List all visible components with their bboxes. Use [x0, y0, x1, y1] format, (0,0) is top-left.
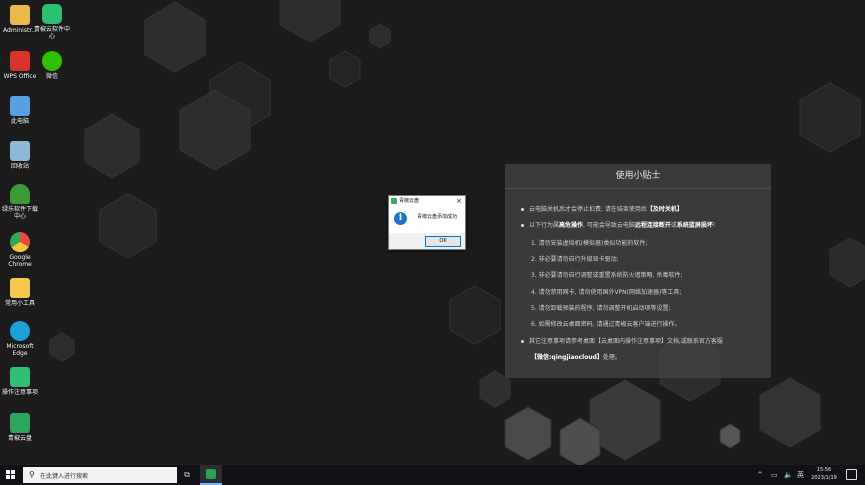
tips-title: 使用小贴士	[505, 164, 771, 189]
desktop-icon-download-center[interactable]: 绿乐软件下载中心	[0, 184, 40, 220]
tray-expand-icon[interactable]: ^	[757, 470, 763, 480]
windows-logo-icon	[11, 475, 15, 479]
desktop-icon-label: 此电脑	[10, 118, 29, 125]
tip-emphasis: 【及时关机】	[646, 206, 683, 213]
dialog-title: 青椒云盘	[399, 198, 420, 204]
desktop-icon-recycle-bin[interactable]: 回收站	[0, 141, 40, 170]
desktop-icon-label: 回收站	[10, 163, 29, 170]
folder-user-icon	[10, 5, 30, 25]
desktop-icon-label: Microsoft Edge	[6, 343, 34, 357]
desktop-icon-tools[interactable]: 常用小工具	[0, 278, 40, 307]
dialog-footer: OK	[389, 233, 465, 249]
recycle-bin-icon	[10, 141, 30, 161]
tip-emphasis: 【微信:qingjiaocloud】	[531, 354, 603, 361]
tip-text: , 可能会导致云电脑	[583, 222, 635, 229]
qingjiao-disk-icon	[206, 469, 216, 479]
tip-emphasis: 高危操作	[559, 222, 584, 229]
tip-text: 处理。	[602, 354, 621, 361]
desktop-icon-chrome[interactable]: Google Chrome	[0, 232, 40, 268]
desktop-icon-label: 常用小工具	[4, 300, 35, 307]
tip-item: 6. 如需修改云桌面密码, 请通过青椒云客户端进行操作。	[531, 321, 681, 328]
start-button[interactable]	[6, 470, 16, 480]
input-method-indicator[interactable]: 英	[797, 470, 804, 480]
tip-text: 其它注意事项请参考桌面【云桌面内操作注意事项】文档,或联系官方客服	[529, 338, 723, 345]
close-icon[interactable]: ×	[456, 196, 462, 207]
desktop-icon-softcenter[interactable]: 青椒云软件中心	[32, 4, 72, 40]
tools-icon	[10, 278, 30, 298]
tip-item: 4. 请勿禁用网卡, 请勿使用国外VPN(网络加速器)等工具;	[531, 289, 682, 296]
desktop-icon-label: 青椒云软件中心	[33, 26, 70, 40]
search-icon: ⚲	[29, 470, 35, 479]
tip-high-risk: 以下行为属高危操作, 可能会导致云电脑远程连接断开或系统蓝屏损坏!	[521, 220, 715, 229]
desktop-icon-this-pc[interactable]: 此电脑	[0, 96, 40, 125]
message-dialog: 青椒云盘 × i 青椒云盘添加成功 OK	[388, 195, 466, 250]
desktop-icon-edge[interactable]: Microsoft Edge	[0, 321, 40, 357]
taskbar-search-box[interactable]: ⚲ 在此键入进行搜索	[23, 467, 177, 483]
clock-time[interactable]: 15:56	[812, 467, 836, 473]
desktop-icon-label: Google Chrome	[8, 254, 32, 268]
tip-text: 云电脑关机后才会停止扣费, 请在结束使用后	[529, 206, 647, 213]
wps-office-icon	[10, 51, 30, 71]
taskbar: ⚲ 在此键入进行搜索 ⧉ ^ ▭ 🔈 英 15:56 2023/1/19	[0, 465, 865, 485]
windows-logo-icon	[6, 470, 10, 474]
notification-icon[interactable]	[846, 469, 857, 480]
wechat-icon	[42, 51, 62, 71]
qingjiao-softcenter-icon	[42, 4, 62, 24]
windows-logo-icon	[11, 470, 15, 474]
desktop-icon-qingjiao-disk[interactable]: 青椒云盘	[0, 413, 40, 442]
tip-shutdown: 云电脑关机后才会停止扣费, 请在结束使用后【及时关机】	[521, 204, 683, 213]
ok-button[interactable]: OK	[425, 236, 461, 247]
edge-icon	[10, 321, 30, 341]
tip-other: 其它注意事项请参考桌面【云桌面内操作注意事项】文档,或联系官方客服	[521, 336, 723, 345]
tip-emphasis: 系统蓝屏损坏	[676, 222, 713, 229]
qingjiao-disk-icon	[391, 198, 397, 204]
tip-emphasis: 远程连接断开	[634, 222, 671, 229]
network-icon[interactable]: ▭	[771, 470, 778, 480]
taskbar-app-qingjiao-disk[interactable]	[200, 465, 222, 485]
tip-item: 2. 非必要请勿自行升级显卡驱动;	[531, 256, 619, 263]
tip-contact: 【微信:qingjiaocloud】处理。	[531, 352, 621, 361]
task-view-icon[interactable]: ⧉	[182, 470, 192, 480]
volume-icon[interactable]: 🔈	[784, 470, 793, 480]
clock-date[interactable]: 2023/1/19	[806, 475, 842, 481]
tip-item: 5. 请勿卸载预装的程序, 请勿调整开机启动项等设置;	[531, 305, 671, 312]
tip-item: 1. 请勿安装虚拟机(模拟器)类似功能的软件;	[531, 240, 648, 247]
desktop-icon-label: 青椒云盘	[7, 435, 32, 442]
desktop-icon-wechat[interactable]: 微信	[32, 51, 72, 80]
this-pc-icon	[10, 96, 30, 116]
tip-text: !	[712, 222, 716, 229]
desktop-icon-label: 微信	[45, 73, 58, 80]
desktop-icon-label: 绿乐软件下载中心	[1, 206, 38, 220]
bullet-icon	[521, 208, 524, 211]
chrome-icon	[10, 232, 30, 252]
desktop-icon-label: 操作注意事项	[1, 389, 38, 396]
qingjiao-disk-icon	[10, 413, 30, 433]
desktop-icon-help-doc[interactable]: 操作注意事项	[0, 367, 40, 396]
info-icon: i	[394, 212, 407, 225]
dialog-titlebar[interactable]: 青椒云盘 ×	[389, 196, 465, 207]
bullet-icon	[521, 224, 524, 227]
help-doc-icon	[10, 367, 30, 387]
dialog-message: 青椒云盘添加成功	[417, 214, 458, 220]
tip-item: 3. 非必要请勿自行调整或重置系统防火墙策略, 杀毒软件;	[531, 272, 683, 279]
tips-panel: 使用小贴士 云电脑关机后才会停止扣费, 请在结束使用后【及时关机】 以下行为属高…	[505, 164, 771, 378]
windows-logo-icon	[6, 475, 10, 479]
tip-text: 以下行为属	[529, 222, 560, 229]
tree-download-icon	[10, 184, 30, 204]
bullet-icon	[521, 340, 524, 343]
search-placeholder: 在此键入进行搜索	[40, 473, 89, 480]
